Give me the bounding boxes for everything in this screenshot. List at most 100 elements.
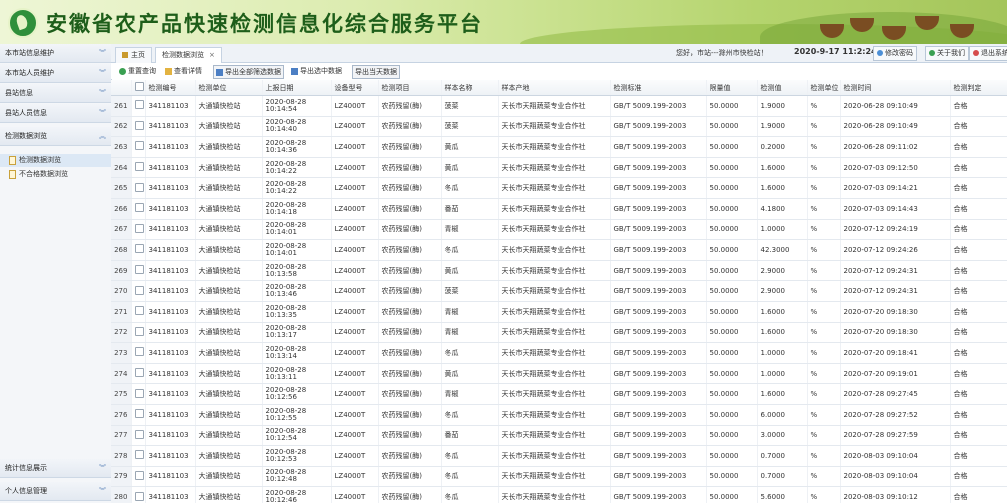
table-row[interactable]: 261 341181103 大通镇快检站 2020-08-28 10:14:54 LZ4… [111, 95, 1007, 117]
row-checkbox[interactable] [134, 100, 144, 110]
sidebar-item-statistics[interactable]: 统计信息展示 ︾ [0, 459, 111, 478]
column-header[interactable]: 检测单位 [195, 80, 263, 96]
about-us-button[interactable]: 关于我们 [925, 46, 969, 61]
row-select[interactable] [131, 486, 146, 503]
table-row[interactable]: 266 341181103 大通镇快检站 2020-08-28 10:14:18 LZ4… [111, 198, 1007, 220]
view-details-button[interactable]: 查看详情 [163, 65, 204, 77]
row-checkbox[interactable] [134, 429, 144, 439]
row-select[interactable] [131, 425, 146, 447]
change-password-button[interactable]: 修改密码 [873, 46, 917, 61]
close-icon[interactable]: × [209, 51, 215, 59]
column-header[interactable]: 检测值 [757, 80, 808, 96]
row-checkbox[interactable] [134, 450, 144, 460]
table-row[interactable]: 276 341181103 大通镇快检站 2020-08-28 10:12:55 LZ4… [111, 404, 1007, 426]
column-header[interactable]: 检测单位 [807, 80, 841, 96]
row-select[interactable] [131, 198, 146, 220]
column-header[interactable]: 限量值 [706, 80, 758, 96]
row-checkbox[interactable] [134, 347, 144, 357]
row-checkbox[interactable] [134, 244, 144, 254]
row-select[interactable] [131, 136, 146, 158]
row-checkbox[interactable] [134, 388, 144, 398]
row-checkbox[interactable] [134, 120, 144, 130]
table-cell: 341181103 [145, 260, 196, 282]
row-select[interactable] [131, 95, 146, 117]
table-cell: 大通镇快检站 [195, 466, 263, 488]
table-row[interactable]: 272 341181103 大通镇快检站 2020-08-28 10:13:17 LZ4… [111, 322, 1007, 344]
table-row[interactable]: 273 341181103 大通镇快检站 2020-08-28 10:13:14 LZ4… [111, 342, 1007, 364]
row-select[interactable] [131, 383, 146, 405]
table-row[interactable]: 274 341181103 大通镇快检站 2020-08-28 10:13:11 LZ4… [111, 363, 1007, 385]
sidebar-item-city-station-info[interactable]: 本市站信息维护 ︾ [0, 44, 111, 63]
column-header[interactable]: 设备型号 [331, 80, 379, 96]
sidebar-subitem-unqualified-data[interactable]: 不合格数据浏览 [0, 168, 111, 181]
table-row[interactable]: 264 341181103 大通镇快检站 2020-08-28 10:14:22 LZ4… [111, 157, 1007, 179]
row-checkbox[interactable] [134, 141, 144, 151]
row-select[interactable] [131, 404, 146, 426]
column-header[interactable]: 检测时间 [840, 80, 951, 96]
row-checkbox[interactable] [134, 285, 144, 295]
export-selected-button[interactable]: 导出选中数据 [289, 65, 344, 77]
row-select[interactable] [131, 363, 146, 385]
row-checkbox[interactable] [134, 265, 144, 275]
row-select[interactable] [131, 239, 146, 261]
table-row[interactable]: 262 341181103 大通镇快检站 2020-08-28 10:14:40 LZ4… [111, 116, 1007, 138]
row-select[interactable] [131, 116, 146, 138]
column-header-select[interactable] [131, 80, 146, 96]
table-row[interactable]: 268 341181103 大通镇快检站 2020-08-28 10:14:01 LZ4… [111, 239, 1007, 261]
row-select[interactable] [131, 280, 146, 302]
row-checkbox[interactable] [134, 368, 144, 378]
row-select[interactable] [131, 342, 146, 364]
sidebar-item-county-staff[interactable]: 县站人员信息 ︾ [0, 104, 111, 123]
row-checkbox[interactable] [134, 306, 144, 316]
row-checkbox[interactable] [134, 409, 144, 419]
table-row[interactable]: 280 341181103 大通镇快检站 2020-08-28 10:12:46 LZ4… [111, 486, 1007, 503]
tab-home[interactable]: 主页 [115, 47, 152, 63]
row-select[interactable] [131, 322, 146, 344]
table-row[interactable]: 267 341181103 大通镇快检站 2020-08-28 10:14:01 LZ4… [111, 219, 1007, 241]
table-row[interactable]: 270 341181103 大通镇快检站 2020-08-28 10:13:46 LZ4… [111, 280, 1007, 302]
column-header[interactable]: 样本产地 [498, 80, 611, 96]
row-checkbox[interactable] [134, 162, 144, 172]
column-header[interactable]: 样本名称 [441, 80, 499, 96]
row-select[interactable] [131, 260, 146, 282]
row-select[interactable] [131, 219, 146, 241]
table-row[interactable]: 271 341181103 大通镇快检站 2020-08-28 10:13:35 LZ4… [111, 301, 1007, 323]
column-header[interactable]: 检测项目 [378, 80, 442, 96]
table-cell: 2020-07-12 09:24:26 [840, 239, 951, 261]
row-select[interactable] [131, 157, 146, 179]
sidebar-item-personal-info[interactable]: 个人信息管理 ︾ [0, 482, 111, 501]
row-checkbox[interactable] [134, 203, 144, 213]
select-all-checkbox[interactable] [134, 82, 144, 91]
table-row[interactable]: 278 341181103 大通镇快检站 2020-08-28 10:12:53 LZ4… [111, 445, 1007, 467]
logout-button[interactable]: 退出系统 [969, 46, 1007, 61]
table-cell: 2020-07-28 09:27:59 [840, 425, 951, 447]
row-select[interactable] [131, 301, 146, 323]
column-header[interactable]: 检测判定 [950, 80, 1007, 96]
table-row[interactable]: 265 341181103 大通镇快检站 2020-08-28 10:14:22 LZ4… [111, 177, 1007, 199]
sidebar-item-detection-data[interactable]: 检测数据浏览 ︽ [0, 127, 111, 146]
row-checkbox[interactable] [134, 223, 144, 233]
row-select[interactable] [131, 466, 146, 488]
tab-detection-data-browse[interactable]: 检测数据浏览 × [155, 47, 222, 63]
table-row[interactable]: 275 341181103 大通镇快检站 2020-08-28 10:12:56 LZ4… [111, 383, 1007, 405]
row-select[interactable] [131, 445, 146, 467]
sidebar-item-city-station-staff[interactable]: 本市站人员维护 ︾ [0, 64, 111, 83]
row-select[interactable] [131, 177, 146, 199]
column-header[interactable]: 检测编号 [145, 80, 196, 96]
row-checkbox[interactable] [134, 182, 144, 192]
table-row[interactable]: 263 341181103 大通镇快检站 2020-08-28 10:14:36 LZ4… [111, 136, 1007, 158]
table-row[interactable]: 277 341181103 大通镇快检站 2020-08-28 10:12:54 LZ4… [111, 425, 1007, 447]
row-checkbox[interactable] [134, 470, 144, 480]
sidebar-subitem-detection-data-browse[interactable]: 检测数据浏览 [0, 154, 111, 167]
column-header[interactable]: 上报日期 [262, 80, 332, 96]
export-today-button[interactable]: 导出当天数据 [352, 65, 400, 79]
export-all-filtered-button[interactable]: 导出全部筛选数据 [213, 65, 284, 79]
column-header[interactable]: 检测标准 [610, 80, 707, 96]
reset-query-button[interactable]: 重置查询 [117, 65, 158, 77]
row-checkbox[interactable] [134, 326, 144, 336]
row-checkbox[interactable] [134, 491, 144, 501]
sidebar-item-county-station-info[interactable]: 县站信息 ︾ [0, 84, 111, 103]
table-row[interactable]: 279 341181103 大通镇快检站 2020-08-28 10:12:48 LZ4… [111, 466, 1007, 488]
table-row[interactable]: 269 341181103 大通镇快检站 2020-08-28 10:13:58 LZ4… [111, 260, 1007, 282]
table-cell: 天长市天翔蔬菜专业合作社 [498, 486, 611, 503]
